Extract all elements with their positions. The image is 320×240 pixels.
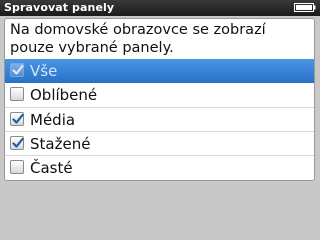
- option-oblibene[interactable]: Oblíbené: [5, 83, 314, 107]
- checkmark-icon: [12, 137, 24, 148]
- checkbox[interactable]: [10, 160, 24, 174]
- checkbox[interactable]: [10, 112, 24, 126]
- option-label: Stažené: [30, 135, 91, 153]
- checkbox[interactable]: [10, 87, 24, 101]
- panel-description: Na domovské obrazovce se zobrazí pouze v…: [10, 22, 266, 56]
- option-label: Časté: [30, 159, 73, 177]
- option-media[interactable]: Média: [5, 107, 314, 132]
- option-stazene[interactable]: Stažené: [5, 131, 314, 156]
- checkmark-icon: [12, 113, 24, 124]
- option-label: Oblíbené: [30, 86, 98, 104]
- battery-icon: [294, 3, 316, 12]
- option-caste[interactable]: Časté: [5, 155, 314, 180]
- option-label: Média: [30, 111, 76, 129]
- title-bar: Spravovat panely: [0, 0, 320, 16]
- option-vse[interactable]: Vše: [5, 59, 314, 83]
- checkmark-icon: [12, 64, 24, 75]
- checkbox[interactable]: [10, 63, 24, 77]
- screen-title: Spravovat panely: [4, 1, 115, 14]
- option-label: Vše: [30, 62, 58, 80]
- panel-settings: Na domovské obrazovce se zobrazí pouze v…: [4, 18, 315, 181]
- checkbox[interactable]: [10, 136, 24, 150]
